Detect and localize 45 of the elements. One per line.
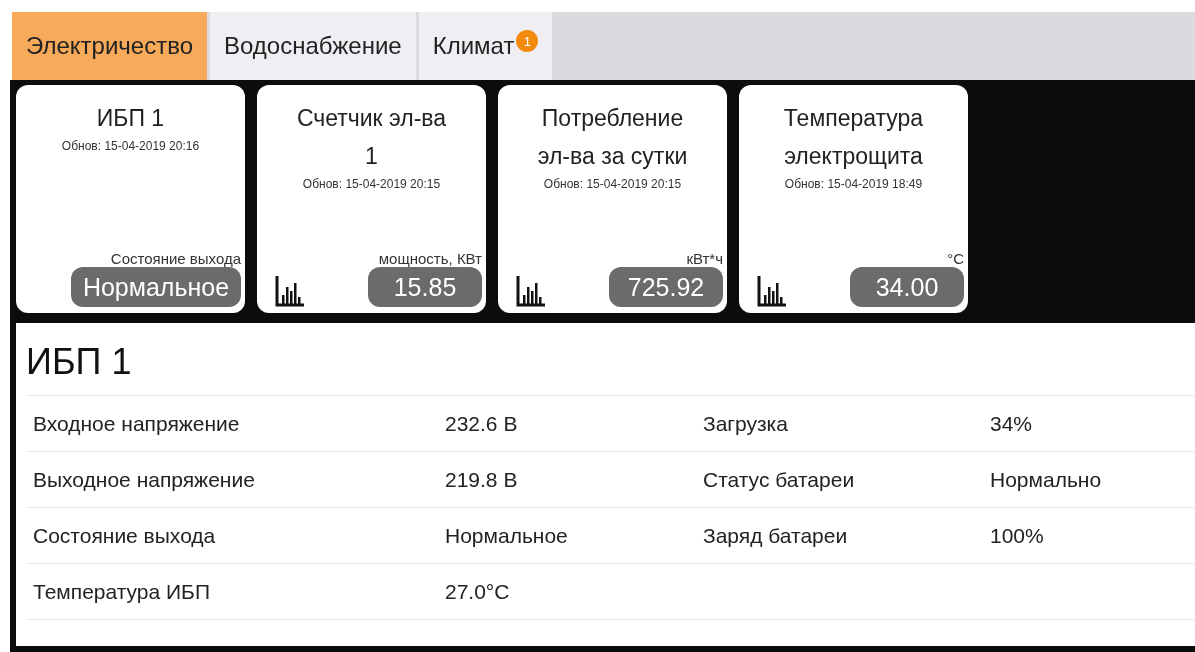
value-text: Нормальное — [445, 523, 569, 548]
card-title: ИБП 1 — [95, 104, 166, 133]
tab-label: Электричество — [26, 32, 193, 60]
label-text: Входное напряжение — [33, 411, 241, 436]
detail-title: ИБП 1 — [26, 341, 1195, 396]
label-text: Заряд батареи — [703, 523, 849, 548]
value-text: 27.0°C — [445, 579, 511, 604]
update-time: Обнов: 15-04-2019 20:16 — [61, 139, 200, 153]
value-text: 34% — [990, 411, 1034, 436]
notification-badge: 1 — [516, 30, 539, 52]
update-time: Обнов: 15-04-2019 18:49 — [784, 177, 923, 191]
label-text: Выходное напряжение — [33, 467, 256, 492]
unit-label: мощность, КВт — [378, 250, 482, 267]
unit-label: кВт*ч — [686, 250, 723, 267]
label-text: Состояние выхода — [33, 523, 217, 548]
value-text: Нормально — [990, 467, 1103, 492]
bar-chart-icon[interactable] — [516, 275, 546, 307]
card-title: Счетчик эл-ва 1 — [295, 104, 448, 171]
tab[interactable]: Электричество — [12, 12, 207, 80]
unit-label: Состояние выхода — [110, 250, 241, 267]
card-title: Потребление эл-ва за сутки — [536, 104, 689, 171]
label-text: Статус батареи — [703, 467, 856, 492]
widget-card[interactable]: Потребление эл-ва за сутки Обнов: 15-04-2019 20:15 кВт*ч 725.92 — [498, 85, 727, 313]
value-display: Нормальное — [71, 267, 241, 307]
update-time: Обнов: 15-04-2019 20:15 — [543, 177, 682, 191]
widget-card[interactable]: Счетчик эл-ва 1 Обнов: 15-04-2019 20:15 мощность, КВт 15.85 — [257, 85, 486, 313]
tab-label: Климат — [432, 32, 515, 60]
widget-card[interactable]: Температура электрощита Обнов: 15-04-2019 18:49 °C 34.00 — [739, 85, 968, 313]
value-display: 725.92 — [609, 267, 723, 307]
tab-label: Водоснабжение — [224, 32, 402, 60]
value-text: 232.6 В — [445, 411, 519, 436]
unit-label: °C — [947, 250, 964, 267]
bar-chart-icon[interactable] — [757, 275, 787, 307]
value-text: 100% — [990, 523, 1045, 548]
value-display: 34.00 — [850, 267, 964, 307]
widget-card[interactable]: ИБП 1 Обнов: 15-04-2019 20:16 Состояние выхода Нормальное — [16, 85, 245, 313]
label-text: Загрузка — [703, 411, 789, 436]
card-title: Температура электрощита — [782, 104, 925, 171]
tab[interactable]: Климат 1 — [418, 12, 553, 80]
value-display: 15.85 — [368, 267, 482, 307]
tab[interactable]: Водоснабжение — [210, 12, 416, 80]
value-text: 219.8 В — [445, 467, 519, 492]
bar-chart-icon[interactable] — [275, 275, 305, 307]
update-time: Обнов: 15-04-2019 20:15 — [302, 177, 441, 191]
label-text: Температура ИБП — [33, 579, 211, 604]
